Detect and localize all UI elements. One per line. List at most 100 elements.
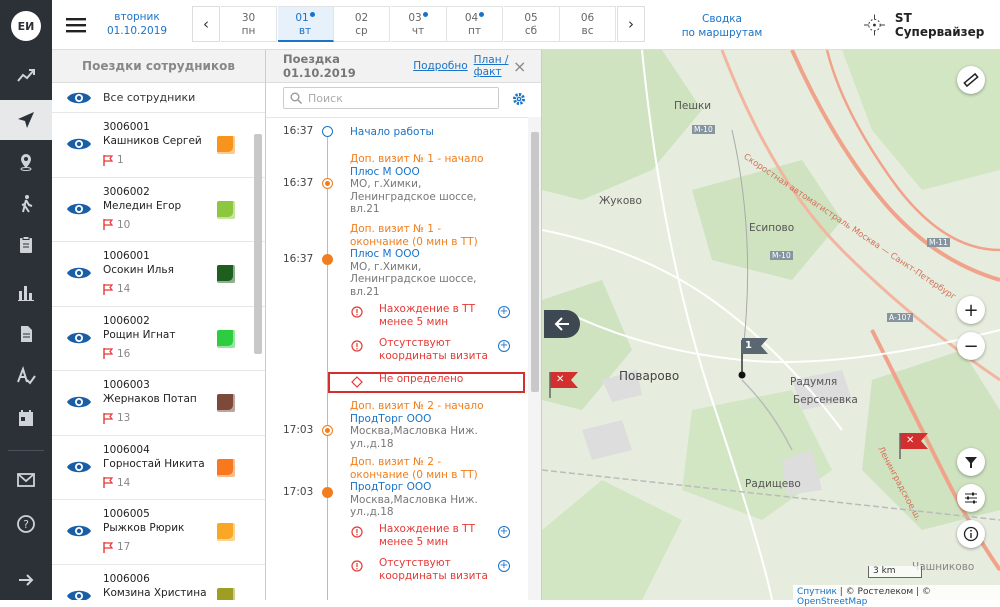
gear-icon[interactable] [512, 92, 526, 106]
add-comment-button[interactable]: + [498, 306, 510, 318]
event-address: МО, г.Химки, Ленинградское шоссе, вл.21 [350, 260, 477, 298]
day-tab[interactable]: 30 пн [221, 6, 277, 42]
event-address: Москва,Масловка Ниж. ул.,д.18 [350, 493, 478, 519]
current-date[interactable]: вторник 01.10.2019 [102, 10, 172, 38]
event-title: Нахождение в ТТ менее 5 мин [379, 523, 475, 548]
user-menu[interactable]: ST Супервайзер [864, 11, 1000, 39]
color-swatch[interactable] [217, 265, 235, 283]
day-number: 05 [524, 12, 538, 24]
warning-icon [351, 340, 363, 352]
calendar-icon[interactable] [0, 398, 52, 438]
event-company[interactable]: Плюс М ООО [350, 166, 500, 179]
mail-icon[interactable] [0, 460, 52, 500]
employee-row[interactable]: 1006006 Комзина Христина [52, 565, 265, 601]
prev-week-button[interactable]: ‹ [192, 6, 220, 42]
close-icon[interactable]: × [513, 57, 526, 76]
employee-row[interactable]: 3006002 Меледин Егор 10 [52, 178, 265, 242]
eye-icon[interactable] [66, 201, 92, 217]
logout-icon[interactable] [0, 560, 52, 600]
employee-row[interactable]: 3006001 Кашников Сергей 1 [52, 113, 265, 178]
search-input[interactable]: Поиск [283, 87, 499, 109]
signature-icon[interactable] [0, 356, 52, 396]
ruler-icon[interactable] [957, 66, 985, 94]
color-swatch[interactable] [217, 587, 235, 600]
timeline-scroll-thumb[interactable] [531, 132, 539, 392]
color-swatch[interactable] [217, 523, 235, 541]
trip-count: 10 [103, 219, 130, 231]
employee-row[interactable]: 1006005 Рыжков Рюрик 17 [52, 500, 265, 565]
color-swatch[interactable] [217, 394, 235, 412]
location-pin-icon[interactable] [0, 142, 52, 182]
employee-row[interactable]: 1006002 Рощин Игнат 16 [52, 307, 265, 371]
trip-count-value: 1 [117, 154, 124, 166]
event-title: Отсутствуют координаты визита [379, 337, 488, 362]
color-swatch[interactable] [217, 136, 235, 154]
day-tab[interactable]: 04 пт [447, 6, 503, 42]
day-tab[interactable]: 05 сб [503, 6, 560, 42]
map[interactable]: Пешки Жуково Есипово Поварово Радумля Бе… [542, 50, 1000, 600]
employees-scrollbar[interactable] [254, 134, 262, 354]
svg-text:?: ? [23, 518, 29, 531]
end-flag-icon[interactable]: ✕ [556, 374, 564, 385]
help-icon[interactable]: ? [0, 504, 52, 544]
flag-icon [103, 219, 113, 230]
all-employees-row[interactable]: Все сотрудники [52, 83, 265, 113]
start-flag-icon[interactable]: ✕ [906, 435, 914, 446]
navigation-icon[interactable] [0, 100, 52, 140]
add-comment-button[interactable]: + [498, 340, 510, 352]
bar-chart-icon[interactable] [0, 272, 52, 312]
document-icon[interactable] [0, 314, 52, 354]
employee-name: Кашников Сергей [103, 135, 202, 147]
collapse-panel-button[interactable] [544, 310, 580, 338]
employee-row[interactable]: 1006003 Жернаков Потап 13 [52, 371, 265, 436]
sliders-icon[interactable] [957, 484, 985, 512]
add-comment-button[interactable]: + [498, 560, 510, 572]
trip-count-value: 13 [117, 412, 131, 424]
trip-count-value: 14 [117, 476, 131, 489]
employee-row[interactable]: 1006001 Осокин Илья 14 [52, 242, 265, 307]
filter-icon[interactable] [957, 448, 985, 476]
clipboard-icon[interactable] [0, 225, 52, 265]
menu-icon[interactable] [66, 16, 86, 34]
attribution-sputnik[interactable]: Спутник [797, 587, 837, 597]
employee-name: Рыжков Рюрик [103, 522, 185, 534]
day-tab[interactable]: 02 ср [334, 6, 390, 42]
add-comment-button[interactable]: + [498, 526, 510, 538]
eye-icon[interactable] [66, 394, 92, 410]
eye-icon[interactable] [66, 330, 92, 346]
color-swatch[interactable] [217, 200, 235, 219]
visit-start-marker-icon [322, 425, 333, 436]
event-company[interactable]: Плюс М ООО [350, 248, 500, 261]
event-company[interactable]: ПродТорг ООО [350, 481, 500, 494]
route-summary-link[interactable]: Сводка по маршрутам [672, 12, 772, 40]
timeline-scrollbar[interactable] [528, 117, 541, 600]
app-logo[interactable]: ЕИ [11, 11, 41, 41]
walking-icon[interactable] [0, 184, 52, 224]
analytics-icon[interactable] [0, 56, 52, 96]
eye-icon[interactable] [66, 136, 92, 152]
zoom-out-button[interactable]: − [957, 332, 985, 360]
eye-icon[interactable] [66, 459, 92, 475]
eye-icon[interactable] [66, 90, 92, 106]
event-company[interactable]: ПродТорг ООО [350, 413, 500, 426]
day-tab[interactable]: 03 чт [390, 6, 447, 42]
details-link[interactable]: Подробно [413, 60, 467, 72]
day-tab[interactable]: 06 вс [560, 6, 616, 42]
info-icon[interactable] [957, 520, 985, 548]
weekday-label: вторник [114, 11, 160, 23]
color-swatch[interactable] [217, 329, 235, 348]
eye-icon[interactable] [66, 588, 92, 601]
trip-count: 17 [103, 541, 130, 553]
employee-code: 1006006 [103, 572, 150, 585]
employee-row[interactable]: 1006004 Горностай Никита 14 [52, 436, 265, 500]
all-employees-label: Все сотрудники [103, 91, 196, 104]
attribution-osm[interactable]: OpenStreetMap [797, 597, 867, 607]
day-tab[interactable]: 01 вт [277, 6, 334, 42]
next-week-button[interactable]: › [617, 6, 645, 42]
zoom-in-button[interactable]: + [957, 296, 985, 324]
eye-icon[interactable] [66, 265, 92, 281]
eye-icon[interactable] [66, 523, 92, 539]
event-title: Доп. визит № 1 - начало [350, 153, 484, 165]
trip-count-value: 14 [117, 283, 131, 295]
color-swatch[interactable] [217, 458, 235, 477]
